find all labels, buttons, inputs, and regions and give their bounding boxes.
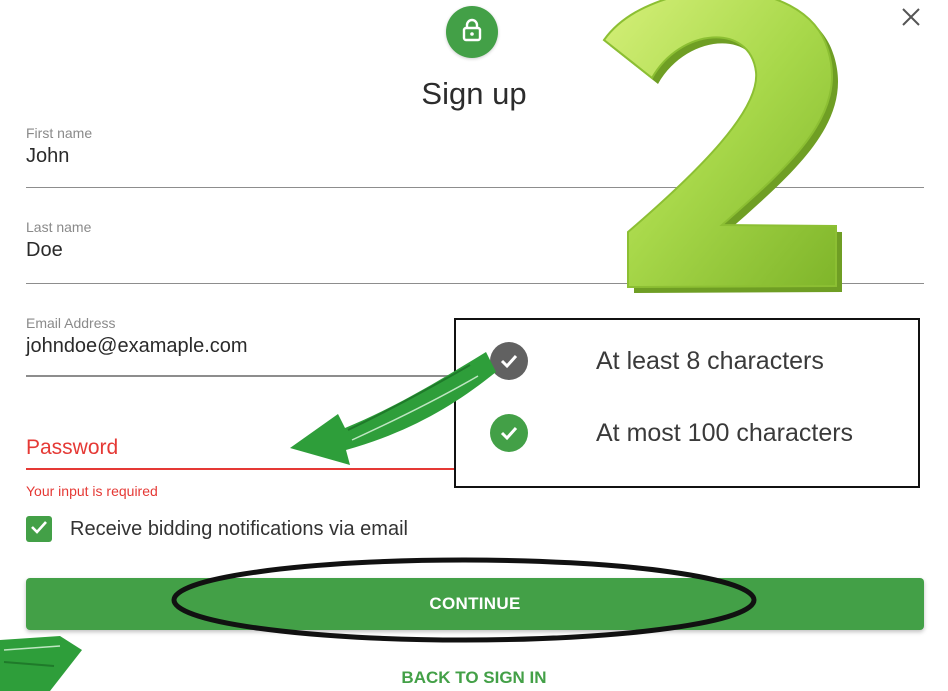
last-name-field[interactable]: Last name Doe [26,219,91,262]
email-input[interactable]: johndoe@examaple.com [26,335,248,358]
email-field[interactable]: Email Address johndoe@examaple.com [26,315,248,358]
password-underline [26,468,454,470]
password-rules-popup: At least 8 characters At most 100 charac… [454,318,920,488]
notifications-label: Receive bidding notifications via email [70,517,408,540]
first-name-field[interactable]: First name John [26,125,92,168]
password-error: Your input is required [26,483,158,499]
notifications-checkbox-row[interactable]: Receive bidding notifications via email [26,516,408,542]
close-button[interactable] [896,4,926,34]
first-name-label: First name [26,125,93,141]
password-rule-min-length: At least 8 characters [490,342,824,380]
email-label: Email Address [26,315,116,331]
email-underline [26,375,454,377]
back-to-sign-in-link[interactable]: BACK TO SIGN IN [0,668,948,688]
page-title: Sign up [421,76,527,111]
continue-button[interactable]: CONTINUE [26,578,924,630]
last-name-input[interactable]: Doe [26,239,91,262]
password-rule-text: At most 100 characters [596,418,854,447]
lock-icon [461,18,483,47]
check-circle-icon [490,414,528,452]
last-name-label: Last name [26,219,92,235]
signup-dialog: Sign up First name John Last name Doe Em… [0,0,948,691]
password-rule-max-length: At most 100 characters [490,414,853,452]
password-rule-text: At least 8 characters [596,346,824,375]
check-circle-icon [490,342,528,380]
first-name-underline [26,187,924,188]
password-input[interactable]: Password [26,436,118,460]
lock-avatar [446,6,498,58]
step-number-two-graphic [602,0,842,293]
notifications-checkbox[interactable] [26,516,52,542]
first-name-input[interactable]: John [26,145,92,168]
close-icon [901,7,921,32]
last-name-underline [26,283,924,284]
check-icon [30,520,48,539]
